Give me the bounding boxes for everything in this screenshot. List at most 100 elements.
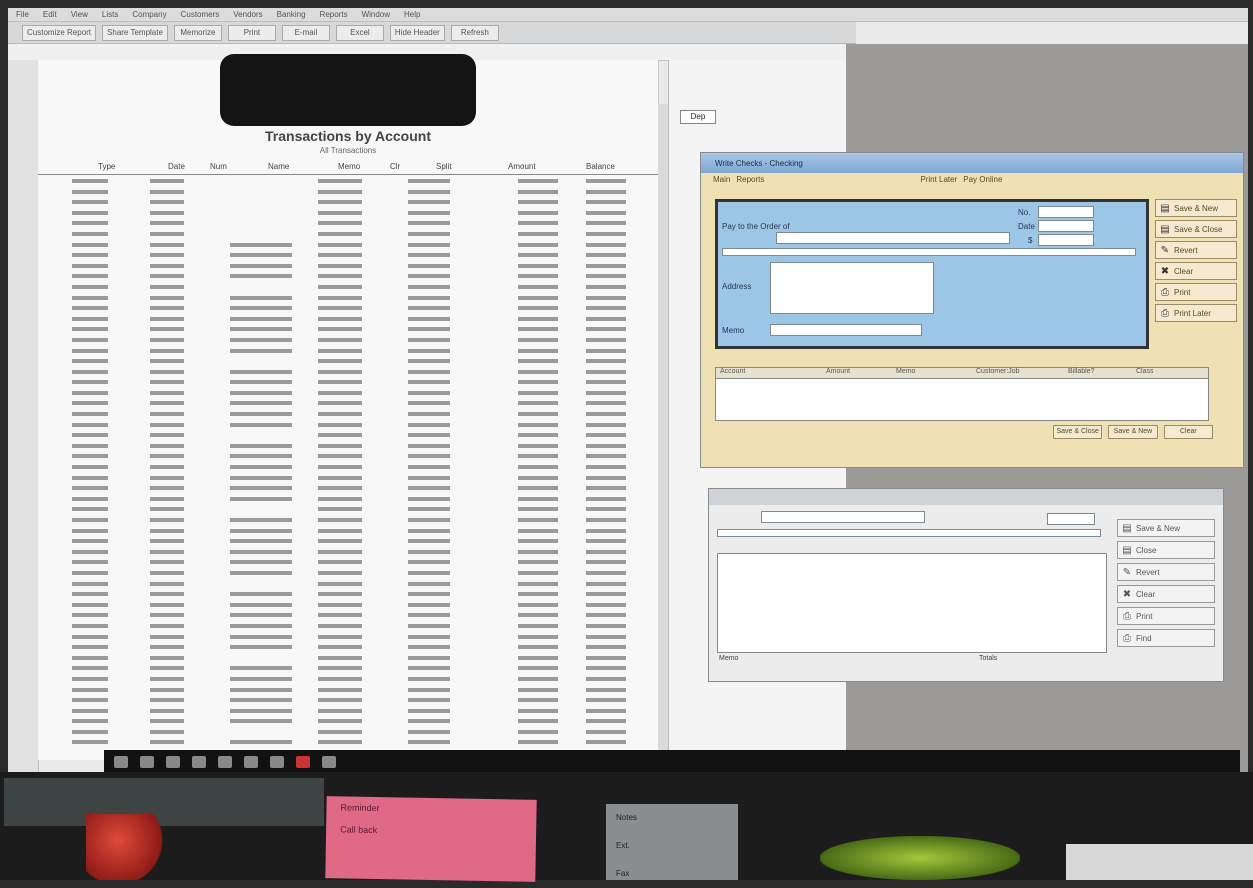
clear-button[interactable]: ✖ Clear	[1117, 585, 1215, 603]
revert-button[interactable]: ✎ Revert	[1117, 563, 1215, 581]
footer-save-close-button[interactable]: Save & Close	[1053, 425, 1103, 439]
menu-item[interactable]: View	[71, 10, 88, 19]
menu-item[interactable]: Company	[132, 10, 166, 19]
menu-item[interactable]: Customers	[181, 10, 220, 19]
toolbar-button[interactable]: Hide Header	[389, 24, 445, 41]
taskbar-app-icon[interactable]	[192, 756, 206, 768]
amount-field[interactable]	[1038, 234, 1094, 246]
col-date[interactable]: Date	[168, 162, 185, 171]
cell-placeholder	[518, 337, 558, 342]
split-col-class[interactable]: Class	[1136, 368, 1154, 375]
cell-placeholder	[150, 253, 184, 258]
date-field[interactable]	[1038, 220, 1094, 232]
toolbar-button[interactable]: Excel	[335, 24, 384, 41]
toolbar-button[interactable]: Customize Report	[22, 24, 97, 41]
col-split[interactable]: Split	[436, 162, 452, 171]
tab-main[interactable]: Main	[713, 175, 730, 189]
taskbar-app-icon[interactable]	[244, 756, 258, 768]
cell-placeholder	[150, 729, 184, 734]
save-close-button[interactable]: ▤ Save & Close	[1155, 220, 1237, 238]
print-later-button[interactable]: ⎙ Print Later	[1155, 304, 1237, 322]
menu-item[interactable]: Vendors	[233, 10, 262, 19]
footer-save-new-button[interactable]: Save & New	[1108, 425, 1158, 439]
col-amount[interactable]: Amount	[508, 162, 536, 171]
cell-placeholder	[408, 528, 450, 533]
menu-item[interactable]: Edit	[43, 10, 57, 19]
cell-placeholder	[150, 560, 184, 565]
payee-field[interactable]	[776, 232, 1010, 244]
col-memo[interactable]: Memo	[338, 162, 360, 171]
col-balance[interactable]: Balance	[586, 162, 615, 171]
toolbar-button[interactable]: Share Template	[102, 24, 168, 41]
split-col-account[interactable]: Account	[720, 368, 745, 375]
cell-placeholder	[72, 231, 108, 236]
footer-clear-button[interactable]: Clear	[1163, 425, 1213, 439]
taskbar-app-icon[interactable]	[166, 756, 180, 768]
split-col-amount[interactable]: Amount	[826, 368, 850, 375]
save-new-button[interactable]: ▤ Save & New	[1117, 519, 1215, 537]
menu-item[interactable]: Reports	[320, 10, 348, 19]
toolbar-button[interactable]: Refresh	[450, 24, 499, 41]
revert-button[interactable]: ✎ Revert	[1155, 241, 1237, 259]
cell-placeholder	[518, 231, 558, 236]
cell-placeholder	[230, 486, 292, 491]
cell-placeholder	[408, 401, 450, 406]
tab-pay-online[interactable]: Pay Online	[963, 175, 1002, 189]
col-num[interactable]: Num	[210, 162, 227, 171]
cell-placeholder	[318, 729, 362, 734]
grey-note-card: Notes Ext. Fax	[606, 804, 738, 880]
cell-placeholder	[72, 369, 108, 374]
cell-placeholder	[72, 390, 108, 395]
toolbar-button[interactable]: E-mail	[281, 24, 330, 41]
split-col-customer[interactable]: Customer:Job	[976, 368, 1020, 375]
taskbar-app-icon[interactable]	[296, 756, 310, 768]
split-col-billable[interactable]: Billable?	[1068, 368, 1094, 375]
cell-placeholder	[586, 412, 626, 417]
cell-placeholder	[318, 210, 362, 215]
menu-item[interactable]: Window	[362, 10, 390, 19]
payee-line[interactable]	[717, 529, 1101, 537]
menu-item[interactable]: Help	[404, 10, 420, 19]
taskbar-app-icon[interactable]	[270, 756, 284, 768]
menu-item[interactable]: File	[16, 10, 29, 19]
taskbar-app-icon[interactable]	[322, 756, 336, 768]
grey-note-line: Ext.	[616, 841, 630, 850]
save-new-button[interactable]: ▤ Save & New	[1155, 199, 1237, 217]
toolbar-button[interactable]: Print	[227, 24, 276, 41]
close-button[interactable]: ▤ Close	[1117, 541, 1215, 559]
taskbar-app-icon[interactable]	[218, 756, 232, 768]
cell-placeholder	[586, 729, 626, 734]
col-clr[interactable]: Clr	[390, 162, 400, 171]
print-button[interactable]: ⎙ Print	[1155, 283, 1237, 301]
tab-reports[interactable]: Reports	[736, 175, 764, 189]
menu-item[interactable]: Banking	[277, 10, 306, 19]
print-button[interactable]: ⎙ Print	[1117, 607, 1215, 625]
cell-placeholder	[230, 443, 292, 448]
split-col-memo[interactable]: Memo	[896, 368, 915, 375]
register-label: Dep	[680, 110, 716, 124]
tab-print-later[interactable]: Print Later	[920, 175, 957, 189]
check-form: Pay to the Order of No. Date $ Address M…	[715, 199, 1149, 349]
account-dropdown[interactable]	[761, 511, 925, 523]
menu-item[interactable]: Lists	[102, 10, 118, 19]
save-icon: ▤	[1160, 223, 1170, 235]
date-field[interactable]	[1047, 513, 1095, 525]
cell-placeholder	[150, 242, 184, 247]
cell-placeholder	[518, 592, 558, 597]
find-button[interactable]: ⎙ Find	[1117, 629, 1215, 647]
address-field[interactable]	[770, 262, 934, 314]
taskbar-app-icon[interactable]	[140, 756, 154, 768]
table-row	[38, 706, 658, 717]
memo-field[interactable]	[770, 324, 922, 336]
toolbar-button[interactable]: Memorize	[173, 24, 222, 41]
col-name[interactable]: Name	[268, 162, 289, 171]
check-number-field[interactable]	[1038, 206, 1094, 218]
taskbar-app-icon[interactable]	[114, 756, 128, 768]
cell-placeholder	[408, 581, 450, 586]
cell-placeholder	[72, 655, 108, 660]
clear-button[interactable]: ✖ Clear	[1155, 262, 1237, 280]
table-row	[38, 653, 658, 664]
col-type[interactable]: Type	[98, 162, 115, 171]
cell-placeholder	[72, 560, 108, 565]
report-scrollbar[interactable]	[658, 104, 668, 756]
